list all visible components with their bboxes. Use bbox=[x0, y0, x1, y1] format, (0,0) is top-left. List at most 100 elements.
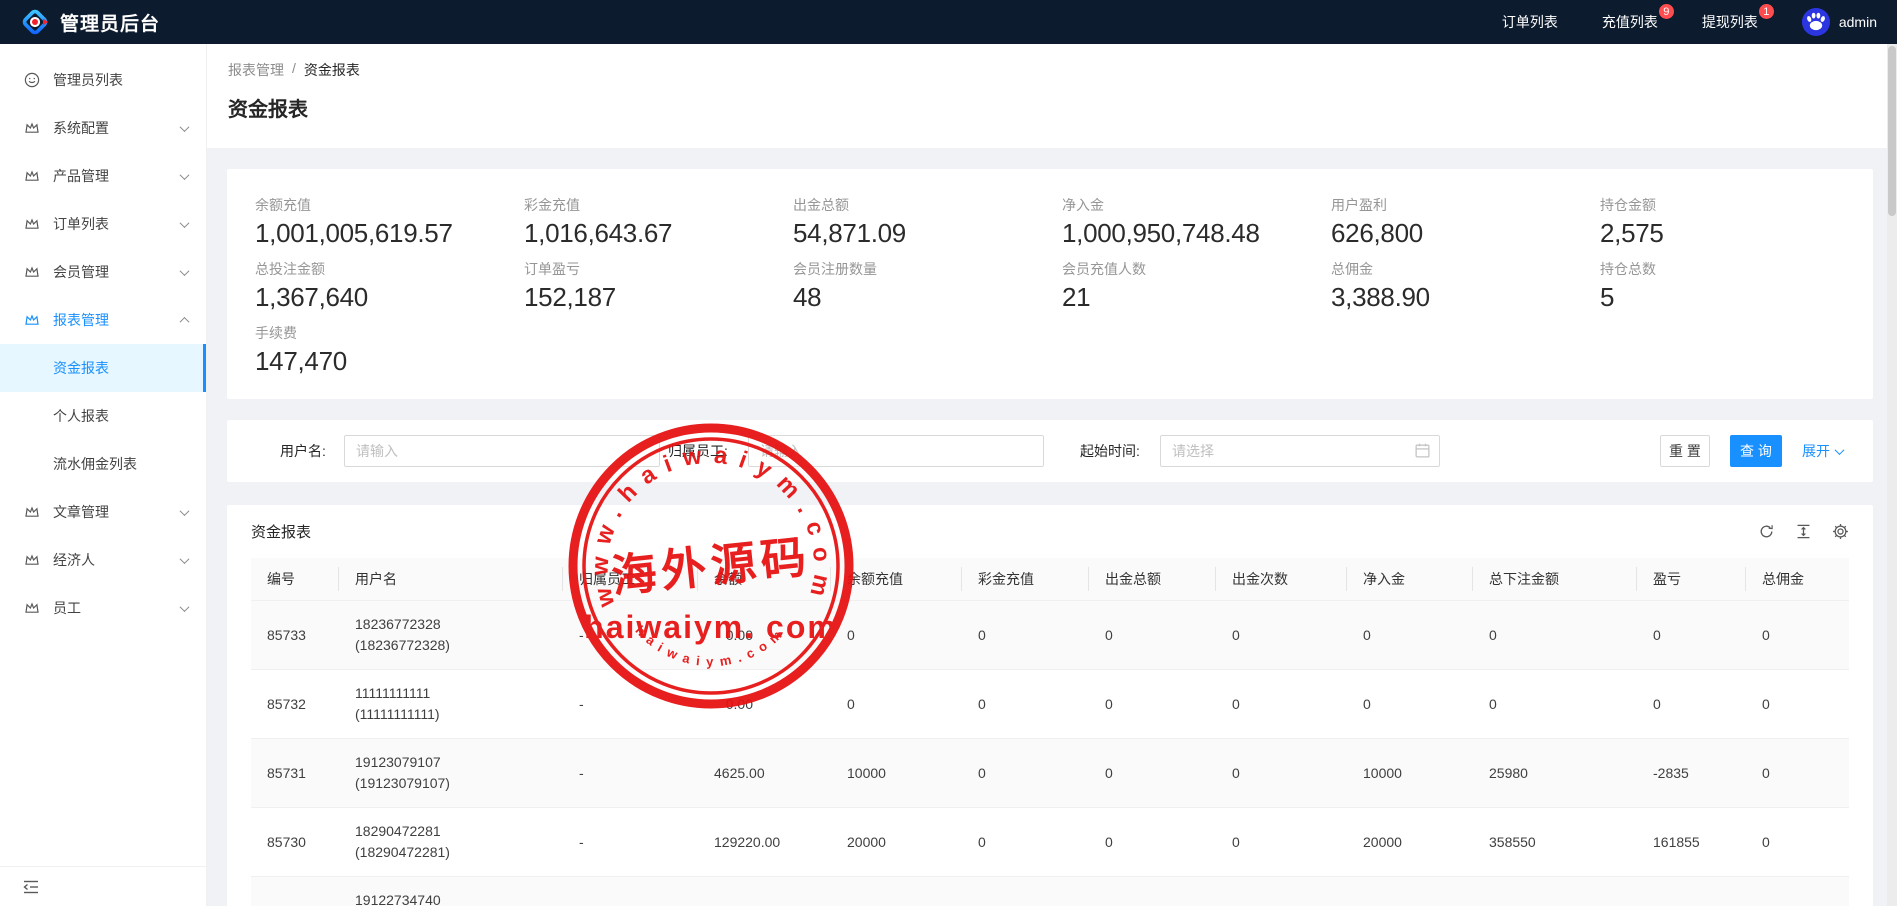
search-button[interactable]: 查 询 bbox=[1730, 435, 1782, 467]
column-height-icon[interactable] bbox=[1795, 523, 1812, 540]
chevron-down-icon bbox=[180, 266, 190, 276]
sidebar-subitem-fund-report[interactable]: 资金报表 bbox=[0, 344, 206, 392]
stat-fee: 手续费 147,470 bbox=[255, 323, 524, 378]
stat-order-pnl: 订单盈亏 152,187 bbox=[524, 259, 793, 314]
breadcrumb-current: 资金报表 bbox=[304, 60, 360, 80]
sidebar-item-order-list[interactable]: 订单列表 bbox=[0, 200, 206, 248]
gear-icon[interactable] bbox=[1832, 523, 1849, 540]
staff-input[interactable] bbox=[748, 435, 1044, 467]
chevron-down-icon bbox=[180, 122, 190, 132]
col-username: 用户名 bbox=[339, 558, 563, 600]
expand-link[interactable]: 展开 bbox=[1802, 420, 1843, 482]
stat-position-amount: 持仓金额 2,575 bbox=[1600, 195, 1869, 250]
nav-withdraw-list[interactable]: 提现列表 1 bbox=[1702, 12, 1758, 32]
chevron-down-icon bbox=[180, 602, 190, 612]
logo-icon bbox=[20, 7, 50, 37]
breadcrumb-parent[interactable]: 报表管理 bbox=[228, 60, 284, 80]
crown-icon bbox=[24, 264, 40, 280]
sidebar-item-system-config[interactable]: 系统配置 bbox=[0, 104, 206, 152]
sidebar-item-product-mgmt[interactable]: 产品管理 bbox=[0, 152, 206, 200]
page-scrollbar bbox=[1887, 44, 1897, 906]
fund-report-table: 编号 用户名 归属员工 余额 余额充值 彩金充值 出金总额 出金次数 净入金 总… bbox=[251, 558, 1849, 906]
chevron-down-icon bbox=[1835, 445, 1845, 455]
stat-member-recharged: 会员充值人数 21 bbox=[1062, 259, 1331, 314]
breadcrumb-separator: / bbox=[292, 60, 296, 80]
sidebar-item-report-mgmt[interactable]: 报表管理 bbox=[0, 296, 206, 344]
brand-logo[interactable]: 管理员后台 bbox=[20, 7, 160, 37]
stats-card: 余额充值 1,001,005,619.57 彩金充值 1,016,643.67 … bbox=[227, 169, 1873, 399]
recharge-badge: 9 bbox=[1658, 3, 1675, 20]
col-net-deposit: 净入金 bbox=[1347, 558, 1473, 600]
username-label: 用户名: bbox=[280, 420, 326, 482]
table-row-partial: 19122734740 (19122734740) bbox=[251, 876, 1849, 906]
crown-icon bbox=[24, 312, 40, 328]
table-toolbar: 资金报表 bbox=[251, 505, 1849, 558]
app-title: 管理员后台 bbox=[60, 9, 160, 36]
stat-bonus-recharge: 彩金充值 1,016,643.67 bbox=[524, 195, 793, 250]
start-time-input[interactable] bbox=[1160, 435, 1440, 467]
table-row: 85732 11111111111 (11111111111) - 0.00 0… bbox=[251, 669, 1849, 738]
chevron-down-icon bbox=[180, 218, 190, 228]
stat-total-bet: 总投注金额 1,367,640 bbox=[255, 259, 524, 314]
user-menu[interactable]: admin bbox=[1802, 8, 1877, 36]
crown-icon bbox=[24, 504, 40, 520]
chevron-down-icon bbox=[180, 506, 190, 516]
stats-grid: 余额充值 1,001,005,619.57 彩金充值 1,016,643.67 … bbox=[255, 195, 1873, 387]
sidebar-subitem-commission-list[interactable]: 流水佣金列表 bbox=[0, 440, 206, 488]
refresh-icon[interactable] bbox=[1758, 523, 1775, 540]
table-card: 资金报表 bbox=[227, 505, 1873, 906]
col-withdraw-cnt: 出金次数 bbox=[1216, 558, 1347, 600]
stat-withdraw-total: 出金总额 54,871.09 bbox=[793, 195, 1062, 250]
username-input[interactable] bbox=[344, 435, 660, 467]
col-bonus-rchg: 彩金充值 bbox=[962, 558, 1089, 600]
table-row: 85731 19123079107 (19123079107) - 4625.0… bbox=[251, 738, 1849, 807]
start-time-picker[interactable] bbox=[1160, 435, 1440, 467]
table-toolbar-icons bbox=[1758, 523, 1849, 540]
nav-recharge-list[interactable]: 充值列表 9 bbox=[1602, 12, 1658, 32]
withdraw-badge: 1 bbox=[1758, 3, 1775, 20]
start-time-label: 起始时间: bbox=[1080, 420, 1140, 482]
stat-net-deposit: 净入金 1,000,950,748.48 bbox=[1062, 195, 1331, 250]
sidebar-item-staff[interactable]: 员工 bbox=[0, 584, 206, 632]
scrollbar-thumb[interactable] bbox=[1888, 46, 1896, 216]
stat-total-commission: 总佣金 3,388.90 bbox=[1331, 259, 1600, 314]
table-header-row: 编号 用户名 归属员工 余额 余额充值 彩金充值 出金总额 出金次数 净入金 总… bbox=[251, 558, 1849, 600]
stat-balance-recharge: 余额充值 1,001,005,619.57 bbox=[255, 195, 524, 250]
top-bar: 管理员后台 订单列表 充值列表 9 提现列表 1 bbox=[0, 0, 1897, 44]
admin-app: 管理员后台 订单列表 充值列表 9 提现列表 1 bbox=[0, 0, 1897, 906]
crown-icon bbox=[24, 216, 40, 232]
smile-icon bbox=[24, 72, 40, 88]
chevron-down-icon bbox=[180, 170, 190, 180]
stat-position-count: 持仓总数 5 bbox=[1600, 259, 1869, 314]
main-content: 报表管理 / 资金报表 资金报表 余额充值 1,001,005,619.57 彩… bbox=[207, 44, 1897, 906]
chevron-down-icon bbox=[180, 554, 190, 564]
sidebar-subitem-personal-report[interactable]: 个人报表 bbox=[0, 392, 206, 440]
crown-icon bbox=[24, 552, 40, 568]
username: admin bbox=[1839, 14, 1877, 30]
table-row: 85730 18290472281 (18290472281) - 129220… bbox=[251, 807, 1849, 876]
page-title: 资金报表 bbox=[228, 93, 1873, 122]
breadcrumb: 报表管理 / 资金报表 bbox=[228, 60, 1873, 80]
col-total-bet: 总下注金额 bbox=[1473, 558, 1637, 600]
sidebar-item-article-mgmt[interactable]: 文章管理 bbox=[0, 488, 206, 536]
col-commission: 总佣金 bbox=[1746, 558, 1849, 600]
crown-icon bbox=[24, 120, 40, 136]
reset-button[interactable]: 重 置 bbox=[1660, 435, 1710, 467]
page-header: 报表管理 / 资金报表 资金报表 bbox=[207, 44, 1897, 148]
staff-label: 归属员工: bbox=[668, 420, 728, 482]
menu-fold-icon[interactable] bbox=[22, 878, 40, 896]
stat-member-registered: 会员注册数量 48 bbox=[793, 259, 1062, 314]
sidebar-footer bbox=[0, 866, 206, 906]
col-balance: 余额 bbox=[698, 558, 831, 600]
table-title: 资金报表 bbox=[251, 521, 311, 542]
sidebar-menu: 管理员列表 系统配置 产品管理 订单列表 bbox=[0, 44, 206, 632]
sidebar-item-broker[interactable]: 经济人 bbox=[0, 536, 206, 584]
crown-icon bbox=[24, 600, 40, 616]
sidebar-item-member-mgmt[interactable]: 会员管理 bbox=[0, 248, 206, 296]
chevron-up-icon bbox=[180, 316, 190, 326]
crown-icon bbox=[24, 168, 40, 184]
sidebar-item-admin-list[interactable]: 管理员列表 bbox=[0, 56, 206, 104]
filter-bar: 用户名: 归属员工: 起始时间: 重 置 查 询 展开 bbox=[227, 420, 1873, 482]
nav-order-list[interactable]: 订单列表 bbox=[1502, 12, 1558, 32]
col-staff: 归属员工 bbox=[563, 558, 698, 600]
